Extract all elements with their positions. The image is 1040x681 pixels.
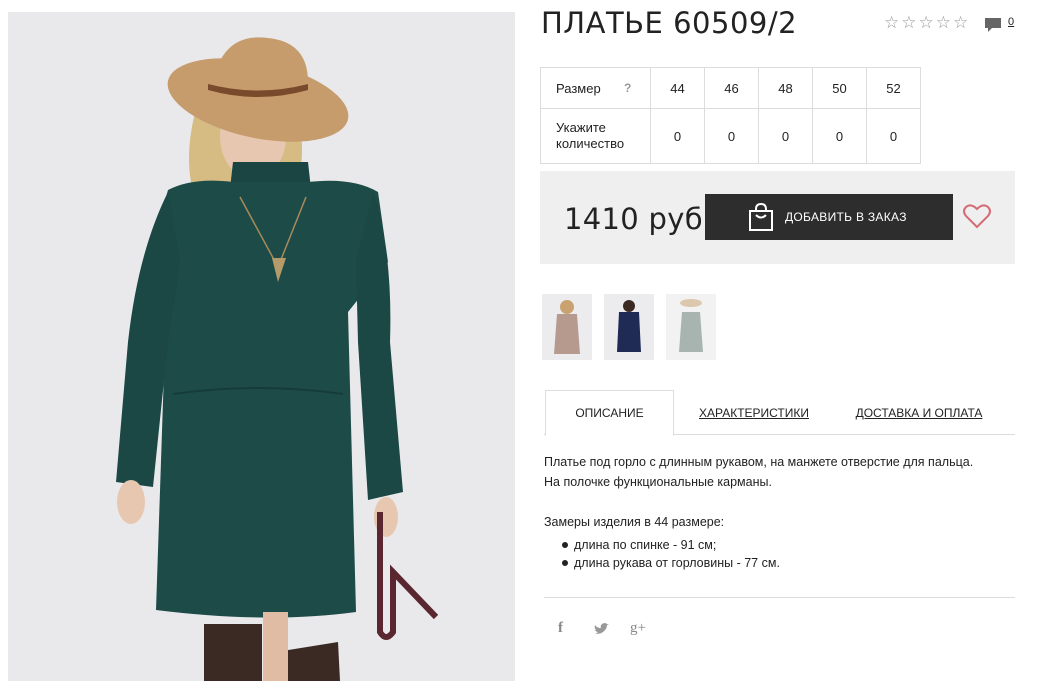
comment-icon[interactable]: [984, 16, 1002, 34]
quantity-input-50[interactable]: 0: [812, 108, 867, 164]
star-icon[interactable]: ☆: [953, 14, 968, 32]
quantity-label-line1: Укажите: [556, 120, 606, 135]
size-cell-44: 44: [650, 67, 705, 109]
google-plus-icon[interactable]: g+: [630, 620, 646, 637]
divider: [544, 597, 1015, 598]
size-quantity-table: Размер ? 44 46 48 50 52 Укажите количест…: [540, 67, 921, 164]
thumbnail-beige[interactable]: [542, 294, 592, 360]
thumbnail-green[interactable]: [666, 294, 716, 360]
star-icon[interactable]: ☆: [884, 14, 899, 32]
star-icon[interactable]: ☆: [901, 14, 916, 32]
quantity-label-line2: количество: [556, 136, 625, 151]
add-to-order-label: ДОБАВИТЬ В ЗАКАЗ: [785, 210, 907, 224]
list-item: длина по спинке - 91 см;: [562, 536, 780, 554]
size-cell-52: 52: [866, 67, 921, 109]
measures-title: Замеры изделия в 44 размере:: [544, 515, 725, 529]
star-icon[interactable]: ☆: [936, 14, 951, 32]
description-text: Платье под горло с длинным рукавом, на м…: [544, 452, 1014, 492]
star-icon[interactable]: ☆: [919, 14, 934, 32]
quantity-input-44[interactable]: 0: [650, 108, 705, 164]
shopping-bag-icon: [749, 202, 773, 231]
tab-specs[interactable]: ХАРАКТЕРИСТИКИ: [694, 390, 814, 435]
measures-list: длина по спинке - 91 см; длина рукава от…: [562, 536, 780, 572]
description-line: Платье под горло с длинным рукавом, на м…: [544, 455, 974, 469]
size-label-cell: Размер ?: [540, 67, 651, 109]
size-label: Размер: [556, 80, 601, 96]
size-help-icon[interactable]: ?: [624, 81, 631, 95]
product-title: ПЛАТЬЕ 60509/2: [541, 6, 798, 40]
facebook-icon[interactable]: f: [558, 620, 563, 637]
product-main-image[interactable]: [8, 12, 515, 681]
size-cell-46: 46: [704, 67, 759, 109]
rating-stars[interactable]: ☆ ☆ ☆ ☆ ☆: [884, 14, 968, 32]
product-tabs: ОПИСАНИЕ ХАРАКТЕРИСТИКИ ДОСТАВКА И ОПЛАТ…: [544, 390, 1015, 436]
description-line: На полочке функциональные карманы.: [544, 475, 772, 489]
tab-description[interactable]: ОПИСАНИЕ: [545, 390, 674, 436]
list-item: длина рукава от горловины - 77 см.: [562, 554, 780, 572]
tab-delivery[interactable]: ДОСТАВКА И ОПЛАТА: [852, 390, 986, 435]
heart-icon[interactable]: [963, 203, 991, 229]
price-panel: 1410 руб ДОБАВИТЬ В ЗАКАЗ: [540, 171, 1015, 264]
add-to-order-button[interactable]: ДОБАВИТЬ В ЗАКАЗ: [705, 194, 953, 240]
comment-count-link[interactable]: 0: [1008, 16, 1014, 28]
twitter-icon[interactable]: [593, 623, 609, 636]
quantity-label-cell: Укажите количество: [540, 108, 651, 164]
size-cell-48: 48: [758, 67, 813, 109]
quantity-input-46[interactable]: 0: [704, 108, 759, 164]
thumbnail-navy[interactable]: [604, 294, 654, 360]
price: 1410 руб: [564, 202, 703, 236]
quantity-input-48[interactable]: 0: [758, 108, 813, 164]
size-cell-50: 50: [812, 67, 867, 109]
quantity-input-52[interactable]: 0: [866, 108, 921, 164]
